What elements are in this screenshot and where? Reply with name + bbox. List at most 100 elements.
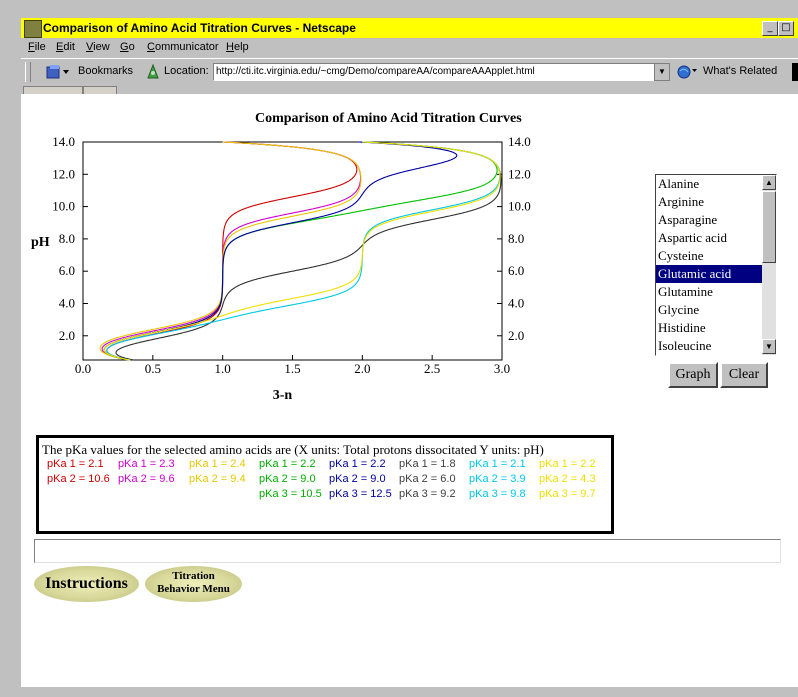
list-option-glycine[interactable]: Glycine bbox=[656, 301, 765, 319]
pka-value: pKa 1 = 2.2 bbox=[329, 458, 386, 470]
titration-curve-1 bbox=[106, 141, 358, 361]
titration-curve-3 bbox=[99, 141, 362, 361]
x-tick-label: 0.0 bbox=[75, 361, 91, 376]
location-label: Location: bbox=[164, 65, 209, 77]
netscape-app-icon bbox=[24, 20, 42, 38]
list-option-isoleucine[interactable]: Isoleucine bbox=[656, 337, 765, 355]
pka-value: pKa 1 = 2.4 bbox=[189, 458, 246, 470]
scroll-thumb[interactable] bbox=[762, 191, 776, 263]
pka-value: pKa 1 = 2.1 bbox=[469, 458, 526, 470]
y-tick-label-left: 2.0 bbox=[59, 328, 75, 343]
menu-view[interactable]: View bbox=[86, 41, 110, 53]
clear-button[interactable]: Clear bbox=[720, 362, 768, 388]
pka-value: pKa 2 = 9.4 bbox=[189, 473, 246, 485]
titration-behavior-menu-button[interactable]: Titration Behavior Menu bbox=[145, 566, 242, 602]
amino-acid-listbox[interactable]: Alanine Arginine Asparagine Aspartic acid Cy… bbox=[655, 174, 777, 356]
menu-file[interactable]: File bbox=[28, 41, 46, 53]
plot-frame bbox=[82, 141, 503, 361]
collapsed-toolbar-tabs bbox=[21, 85, 798, 95]
titration-chart: 2.0 2.0 4.0 4.0 6.0 6.0 8.0 8.0 10.0 10.0 12.0 12.0… bbox=[31, 134, 531, 403]
pka-value: pKa 1 = 2.2 bbox=[259, 458, 316, 470]
x-tick-label: 3.0 bbox=[494, 361, 510, 376]
pka-value: pKa 3 = 9.8 bbox=[469, 488, 526, 500]
y-tick-label-right: 12.0 bbox=[508, 166, 531, 181]
url-input[interactable]: http://cti.itc.virginia.edu/~cmg/Demo/co… bbox=[213, 63, 660, 81]
toolbar-grip[interactable] bbox=[25, 62, 31, 82]
scroll-down-icon[interactable]: ▼ bbox=[762, 339, 776, 354]
y-tick-label-left: 12.0 bbox=[52, 166, 75, 181]
x-tick-label: 0.5 bbox=[145, 361, 161, 376]
minimize-button[interactable]: _ bbox=[762, 21, 778, 36]
pka-value: pKa 2 = 4.3 bbox=[539, 473, 596, 485]
message-field[interactable] bbox=[34, 539, 781, 563]
list-option-asparagine[interactable]: Asparagine bbox=[656, 211, 765, 229]
y-tick-label-right: 10.0 bbox=[508, 199, 531, 214]
y-tick-label-left: 14.0 bbox=[52, 134, 75, 149]
window-title: Comparison of Amino Acid Titration Curve… bbox=[43, 21, 356, 35]
x-axis-label: 3-n bbox=[273, 388, 293, 403]
pka-value: pKa 1 = 2.3 bbox=[118, 458, 175, 470]
listbox-scrollbar[interactable]: ▲ ▼ bbox=[762, 175, 776, 355]
pka-values-panel: The pKa values for the selected amino ac… bbox=[36, 435, 614, 534]
page-content: Comparison of Amino Acid Titration Curve… bbox=[21, 94, 798, 686]
titration-curve-2 bbox=[101, 141, 362, 361]
titration-label-line2: Behavior Menu bbox=[157, 583, 230, 595]
pka-value: pKa 2 = 9.0 bbox=[259, 473, 316, 485]
list-option-arginine[interactable]: Arginine bbox=[656, 193, 765, 211]
bookmarks-icon[interactable] bbox=[45, 64, 71, 80]
x-tick-label: 2.0 bbox=[354, 361, 370, 376]
scroll-up-icon[interactable]: ▲ bbox=[762, 175, 776, 190]
title-bar: Comparison of Amino Acid Titration Curve… bbox=[21, 18, 798, 38]
pka-value: pKa 3 = 10.5 bbox=[259, 488, 322, 500]
menu-help[interactable]: Help bbox=[226, 41, 249, 53]
y-tick-label-left: 4.0 bbox=[59, 295, 75, 310]
pka-value: pKa 2 = 9.0 bbox=[329, 473, 386, 485]
y-tick-label-left: 6.0 bbox=[59, 263, 75, 278]
pka-value: pKa 2 = 3.9 bbox=[469, 473, 526, 485]
list-option-aspartic-acid[interactable]: Aspartic acid bbox=[656, 229, 765, 247]
titration-label-line1: Titration bbox=[172, 570, 215, 582]
y-tick-label-left: 10.0 bbox=[52, 199, 75, 214]
list-option-glutamine[interactable]: Glutamine bbox=[656, 283, 765, 301]
pka-value: pKa 3 = 9.7 bbox=[539, 488, 596, 500]
pka-value: pKa 2 = 6.0 bbox=[399, 473, 456, 485]
y-tick-label-right: 8.0 bbox=[508, 231, 524, 246]
pka-value: pKa 1 = 2.1 bbox=[47, 458, 104, 470]
x-tick-label: 1.0 bbox=[215, 361, 231, 376]
y-tick-label-left: 8.0 bbox=[59, 231, 75, 246]
maximize-button[interactable]: □ bbox=[778, 21, 794, 36]
y-tick-label-right: 14.0 bbox=[508, 134, 531, 149]
list-option-cysteine[interactable]: Cysteine bbox=[656, 247, 765, 265]
x-tick-label: 2.5 bbox=[424, 361, 440, 376]
pka-value: pKa 3 = 9.2 bbox=[399, 488, 456, 500]
menu-edit[interactable]: Edit bbox=[56, 41, 75, 53]
menu-bar: File Edit View Go Communicator Help bbox=[21, 39, 798, 57]
location-icon bbox=[147, 63, 159, 79]
list-option-alanine[interactable]: Alanine bbox=[656, 175, 765, 193]
titration-curve-5 bbox=[103, 141, 458, 361]
y-tick-label-right: 6.0 bbox=[508, 263, 524, 278]
y-axis-label: pH bbox=[31, 235, 50, 250]
url-dropdown-arrow-icon[interactable]: ▼ bbox=[654, 63, 670, 81]
location-toolbar: Bookmarks Location: http://cti.itc.virgi… bbox=[21, 58, 798, 86]
y-tick-label-right: 4.0 bbox=[508, 295, 524, 310]
pka-value: pKa 1 = 1.8 bbox=[399, 458, 456, 470]
y-tick-label-right: 2.0 bbox=[508, 328, 524, 343]
bookmarks-label[interactable]: Bookmarks bbox=[78, 65, 133, 77]
whats-related-label[interactable]: What's Related bbox=[703, 65, 777, 77]
menu-communicator[interactable]: Communicator bbox=[147, 41, 219, 53]
toolbar-edge-icon bbox=[792, 63, 798, 81]
menu-go[interactable]: Go bbox=[120, 41, 135, 53]
x-tick-label: 1.5 bbox=[284, 361, 300, 376]
pka-value: pKa 1 = 2.2 bbox=[539, 458, 596, 470]
pka-value: pKa 2 = 10.6 bbox=[47, 473, 110, 485]
list-option-glutamic-acid[interactable]: Glutamic acid bbox=[656, 265, 765, 283]
pka-value: pKa 3 = 12.5 bbox=[329, 488, 392, 500]
graph-button[interactable]: Graph bbox=[668, 362, 718, 388]
instructions-button[interactable]: Instructions bbox=[34, 566, 139, 602]
whats-related-icon[interactable] bbox=[676, 64, 698, 80]
pka-value: pKa 2 = 9.6 bbox=[118, 473, 175, 485]
pka-heading: The pKa values for the selected amino ac… bbox=[42, 442, 544, 457]
titration-curve-6 bbox=[115, 141, 502, 361]
list-option-histidine[interactable]: Histidine bbox=[656, 319, 765, 337]
